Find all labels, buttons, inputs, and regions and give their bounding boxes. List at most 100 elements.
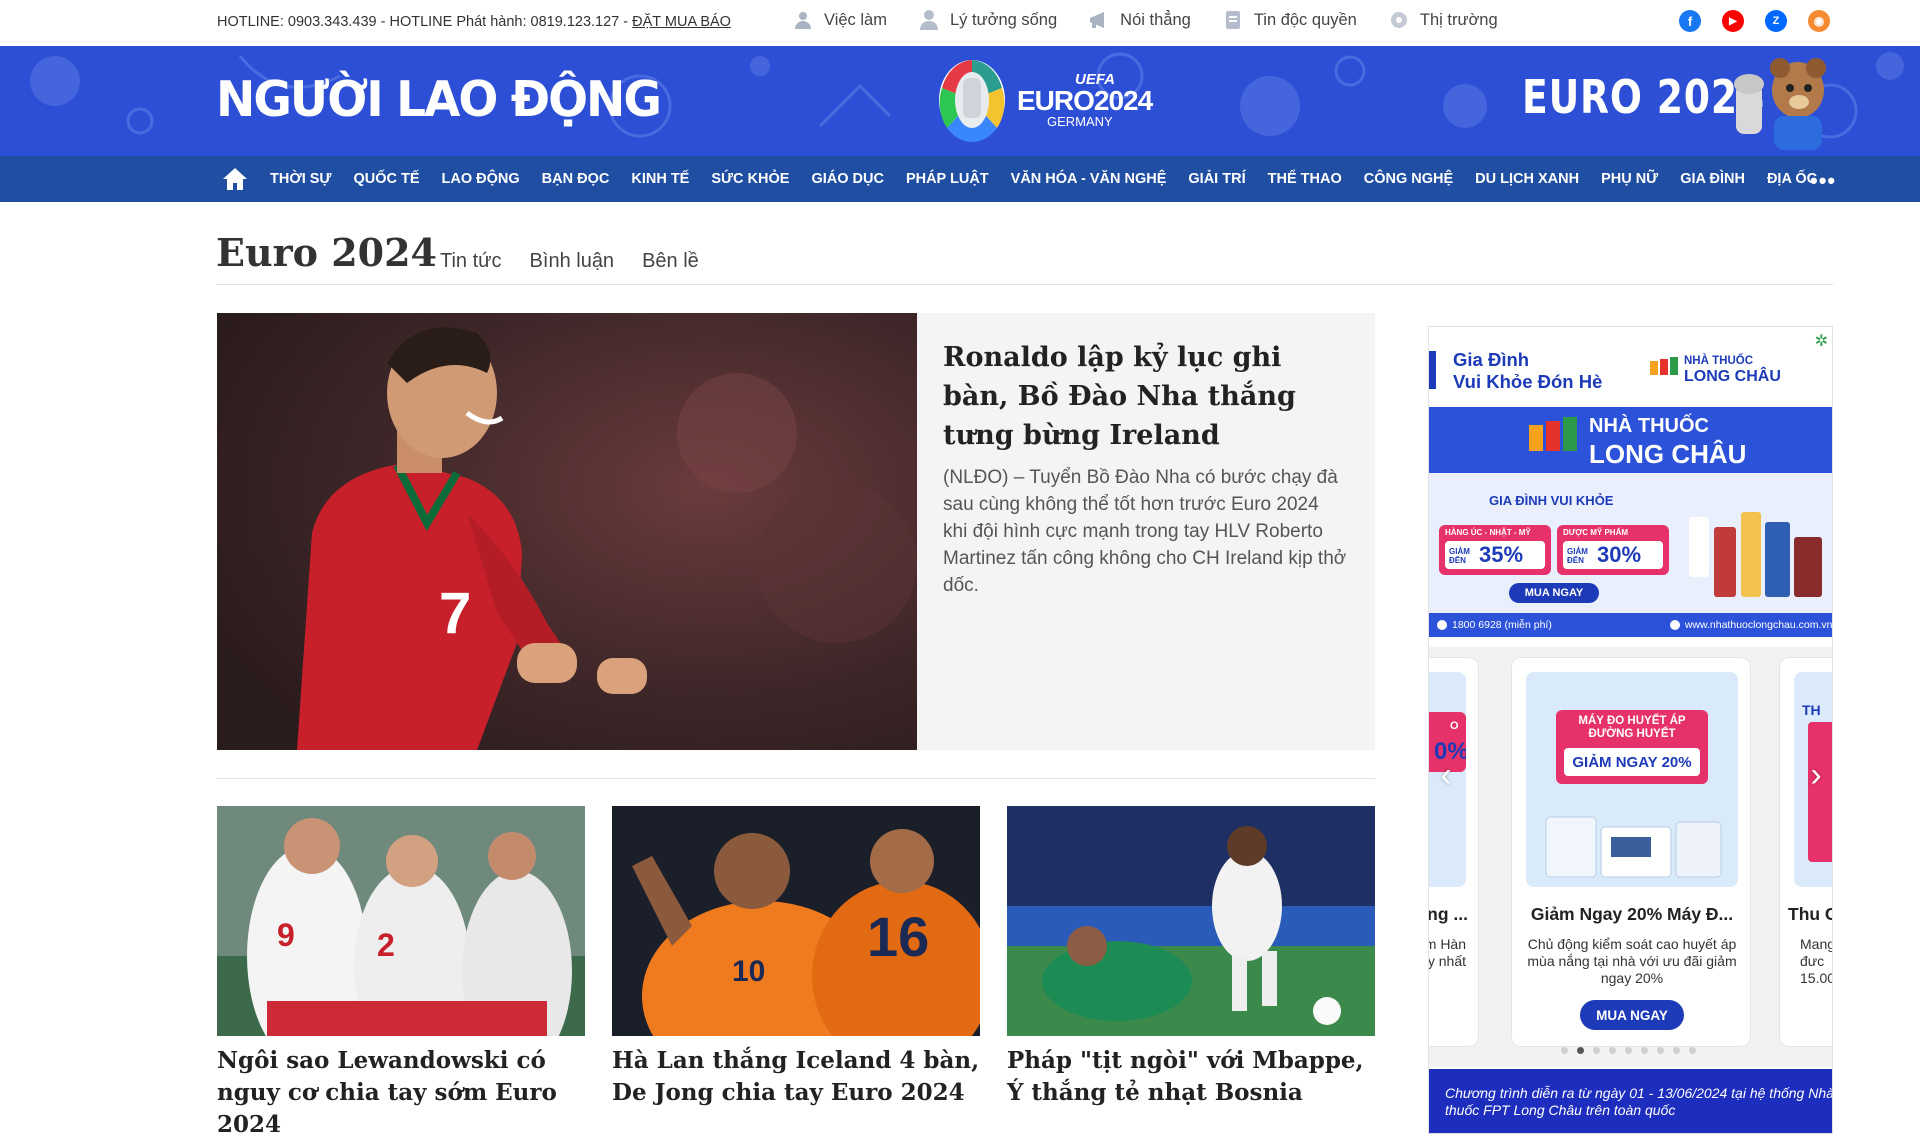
ad-brand-small: NHÀ THUỐC xyxy=(1684,355,1753,367)
top-bar: HOTLINE: 0903.343.439 - HOTLINE Phát hàn… xyxy=(0,0,1920,46)
card-headline-2[interactable]: Hà Lan thắng Iceland 4 bàn, De Jong chia… xyxy=(612,1045,982,1109)
carousel-dot[interactable] xyxy=(1625,1047,1632,1054)
tab-binh-luan[interactable]: Bình luận xyxy=(530,250,615,273)
carousel-dot[interactable] xyxy=(1689,1047,1696,1054)
card-headline-1[interactable]: Ngôi sao Lewandowski có nguy cơ chia tay… xyxy=(217,1045,587,1137)
ad-product-card-prev[interactable]: O 0% Tặng ... m Hàn y nhất xyxy=(1428,657,1479,1047)
rss-icon[interactable]: ◉ xyxy=(1808,10,1830,32)
home-icon[interactable] xyxy=(222,167,248,191)
ad-banner[interactable]: NHÀ THUỐC LONG CHÂU GIA ĐÌNH VUI KHỎE HÀ… xyxy=(1429,407,1833,637)
megaphone-icon xyxy=(1088,9,1110,31)
ad-badge2-top: DƯỢC MỸ PHẨM xyxy=(1563,528,1629,537)
nav-item-du-lich-xanh[interactable]: DU LỊCH XANH xyxy=(1475,171,1579,187)
ad-product-name-next: Thu C xyxy=(1788,904,1833,924)
hero-image[interactable]: 7 xyxy=(217,313,917,750)
ad-product-buy-button[interactable]: MUA NGAY xyxy=(1580,1000,1684,1030)
top-link-viec-lam[interactable]: Việc làm xyxy=(792,8,887,32)
nav-item-gia-dinh[interactable]: GIA ĐÌNH xyxy=(1680,171,1745,187)
tab-ben-le[interactable]: Bên lề xyxy=(642,250,699,273)
card-image-france[interactable] xyxy=(1007,806,1375,1036)
main-nav: THỜI SỰ QUỐC TẾ LAO ĐỘNG BẠN ĐỌC KINH TẾ… xyxy=(0,156,1920,202)
euro-wordmark: UEFA EURO2024 GERMANY xyxy=(1017,72,1153,129)
ad-product-card-next[interactable]: TH Thu C Mang đưc 15.00 xyxy=(1779,657,1833,1047)
ad-header-title: Gia Đình Vui Khỏe Đón Hè xyxy=(1453,349,1602,393)
nav-item-van-hoa[interactable]: VĂN HÓA - VĂN NGHỆ xyxy=(1011,171,1167,187)
ad-website: www.nhathuoclongchau.com.vn xyxy=(1684,619,1833,631)
nav-item-phu-nu[interactable]: PHỤ NỮ xyxy=(1601,171,1658,187)
ad-products-image xyxy=(1689,512,1822,597)
nav-item-cong-nghe[interactable]: CÔNG NGHỆ xyxy=(1364,171,1453,187)
nav-item-the-thao[interactable]: THỂ THAO xyxy=(1268,171,1342,187)
hero-headline[interactable]: Ronaldo lập kỷ lục ghi bàn, Bồ Đào Nha t… xyxy=(943,338,1353,455)
carousel-prev-arrow[interactable]: ‹ xyxy=(1435,755,1457,795)
nav-item-ban-doc[interactable]: BẠN ĐỌC xyxy=(542,171,610,187)
top-link-label: Việc làm xyxy=(824,10,887,29)
tab-tin-tuc[interactable]: Tin tức xyxy=(440,250,502,273)
ad-product-img-title: MÁY ĐO HUYẾT ÁP ĐƯỜNG HUYẾT xyxy=(1578,715,1686,740)
ad-next-th: TH xyxy=(1802,702,1821,718)
top-link-noi-thang[interactable]: Nói thẳng xyxy=(1088,8,1191,32)
carousel-dot[interactable] xyxy=(1657,1047,1664,1054)
ad-header-line2: Vui Khỏe Đón Hè xyxy=(1453,371,1603,392)
card-image-netherlands[interactable]: 10 16 xyxy=(612,806,980,1036)
sidebar-ad[interactable]: Gia Đình Vui Khỏe Đón Hè NHÀ THUỐC LONG … xyxy=(1428,326,1833,1134)
card-image-lewandowski[interactable]: 2 9 xyxy=(217,806,585,1036)
ad-banner-buy-button[interactable]: MUA NGAY xyxy=(1509,583,1599,603)
site-logo[interactable]: NGƯỜI LAO ĐỘNG xyxy=(216,71,662,129)
top-link-label: Nói thẳng xyxy=(1120,10,1191,29)
ad-choices-icon[interactable]: ✲ xyxy=(1815,331,1828,351)
carousel-dots xyxy=(1561,1047,1696,1054)
ad-badge1-label: GIẢM ĐẾN xyxy=(1449,547,1470,565)
carousel-dot[interactable] xyxy=(1561,1047,1568,1054)
svg-text:9: 9 xyxy=(277,917,295,953)
header-banner: NGƯỜI LAO ĐỘNG UEFA EURO2024 GERMANY EUR… xyxy=(0,46,1920,156)
hero-summary: (NLĐO) – Tuyển Bồ Đào Nha có bước chạy đ… xyxy=(943,467,1347,596)
carousel-dot[interactable] xyxy=(1609,1047,1616,1054)
top-link-ly-tuong-song[interactable]: Lý tưởng sống xyxy=(918,8,1057,32)
nav-item-giao-duc[interactable]: GIÁO DỤC xyxy=(811,171,884,187)
ad-brand-big: LONG CHÂU xyxy=(1684,368,1781,385)
nav-item-thoi-su[interactable]: THỜI SỰ xyxy=(270,171,331,187)
facebook-icon[interactable]: f xyxy=(1679,10,1701,32)
carousel-dot[interactable] xyxy=(1673,1047,1680,1054)
country-label: GERMANY xyxy=(1047,114,1113,129)
section-tabs: Tin tức Bình luận Bên lề xyxy=(440,250,727,273)
ad-badge2-pct: 30% xyxy=(1597,542,1642,567)
ad-banner-footer: 1800 6928 (miễn phí) www.nhathuoclongcha… xyxy=(1429,613,1833,637)
ad-brand: NHÀ THUỐC LONG CHÂU xyxy=(1650,353,1781,385)
ad-product-card[interactable]: MÁY ĐO HUYẾT ÁP ĐƯỜNG HUYẾT GIẢM NGAY 20… xyxy=(1511,657,1751,1047)
svg-text:10: 10 xyxy=(732,955,765,988)
hotline-text: HOTLINE: 0903.343.439 - HOTLINE Phát hàn… xyxy=(217,14,731,30)
nav-item-kinh-te[interactable]: KINH TẾ xyxy=(631,171,689,187)
nav-item-phap-luat[interactable]: PHÁP LUẬT xyxy=(906,171,989,187)
svg-text:16: 16 xyxy=(867,905,929,968)
subscribe-link[interactable]: ĐẶT MUA BÁO xyxy=(632,14,731,30)
content-divider xyxy=(216,778,1375,779)
globe-icon xyxy=(1669,620,1680,630)
ad-header-bar xyxy=(1429,351,1436,389)
carousel-dot[interactable] xyxy=(1641,1047,1648,1054)
nav-item-lao-dong[interactable]: LAO ĐỘNG xyxy=(442,171,520,187)
ad-banner-top: NHÀ THUỐC LONG CHÂU xyxy=(1429,407,1832,473)
zalo-icon[interactable]: Z xyxy=(1765,10,1787,32)
carousel-dot[interactable] xyxy=(1593,1047,1600,1054)
ad-discount-badge-1: HÀNG ÚC - NHẬT - MỸ GIẢM ĐẾN 35% xyxy=(1439,525,1551,575)
ad-badge2-label: GIẢM ĐẾN xyxy=(1567,547,1588,565)
section-title[interactable]: Euro 2024 xyxy=(216,230,437,275)
top-link-thi-truong[interactable]: Thị trường xyxy=(1388,8,1498,32)
nav-item-quoc-te[interactable]: QUỐC TẾ xyxy=(353,171,419,187)
ad-product-desc-prev: m Hàn y nhất xyxy=(1428,936,1466,969)
euro-2024-logo: UEFA EURO2024 GERMANY xyxy=(937,58,1153,142)
ad-phone: 1800 6928 (miễn phí) xyxy=(1452,619,1552,631)
card-headline-3[interactable]: Pháp "tịt ngòi" với Mbappe, Ý thắng tẻ n… xyxy=(1007,1045,1377,1109)
nav-more-button[interactable]: ••• xyxy=(1810,168,1836,194)
nav-item-giai-tri[interactable]: GIẢI TRÍ xyxy=(1188,171,1245,187)
carousel-dot-active[interactable] xyxy=(1577,1047,1584,1054)
top-link-tin-doc-quyen[interactable]: Tin độc quyền xyxy=(1222,8,1357,32)
carousel-next-arrow[interactable]: › xyxy=(1805,755,1827,795)
nav-item-suc-khoe[interactable]: SỨC KHỎE xyxy=(711,171,789,187)
ad-header: Gia Đình Vui Khỏe Đón Hè NHÀ THUỐC LONG … xyxy=(1429,327,1832,407)
youtube-icon[interactable]: ▶ xyxy=(1722,10,1744,32)
ad-product-promo-box: MÁY ĐO HUYẾT ÁP ĐƯỜNG HUYẾT GIẢM NGAY 20… xyxy=(1556,710,1708,784)
svg-text:7: 7 xyxy=(439,581,471,646)
